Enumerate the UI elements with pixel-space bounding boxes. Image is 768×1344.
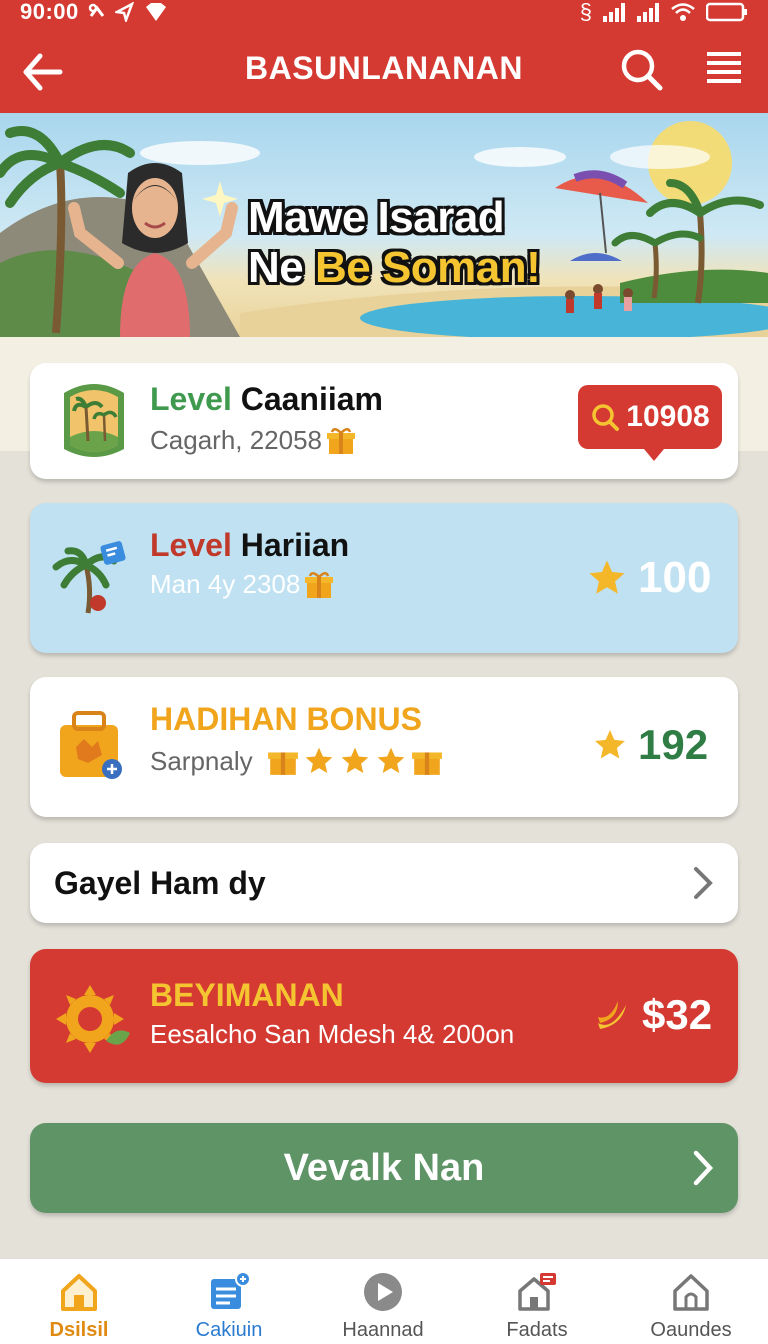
nav-label-haannad: Haannad	[342, 1319, 424, 1341]
bottom-nav: Dsilsil Cakiuin Haannad Fadats Oaundes	[0, 1258, 768, 1344]
banner-headline: Mawe Isarad Ne Be Soman!	[248, 193, 541, 293]
palm-tree-icon	[52, 541, 126, 614]
link-icon	[88, 3, 104, 17]
banner-line-2-highlight: Be Soman!	[314, 243, 541, 292]
search-icon[interactable]	[618, 46, 664, 92]
house-icon	[673, 1274, 709, 1311]
level-hariian-title: Level Hariian	[150, 527, 349, 564]
beyimanan-card[interactable]: BEYIMANAN Eesalcho San Mdesh 4& 200on $3…	[30, 949, 738, 1083]
cta-button[interactable]: Vevalk Nan	[30, 1123, 738, 1213]
level-hariian-subtitle-text: Man 4y 2308	[150, 569, 301, 599]
level-caaniiam-subtitle-text: Cagarh, 22058	[150, 425, 323, 455]
gayel-title: Gayel Ham dy	[54, 865, 266, 901]
banner-line-1: Mawe Isarad	[248, 193, 505, 242]
level-name-hariian: Hariian	[240, 527, 350, 563]
star-icon	[589, 560, 625, 594]
search-count-value: 10908	[626, 400, 710, 433]
gift-box-icon	[411, 752, 442, 775]
hadihan-bonus-reward-value: 192	[638, 721, 709, 768]
palm-badge-icon	[64, 384, 124, 457]
level-caaniiam-subtitle: Cagarh, 22058	[150, 425, 356, 456]
signal-icon-2	[637, 3, 659, 22]
banana-icon	[598, 1001, 626, 1029]
nav-item-haannad[interactable]: Haannad	[308, 1259, 458, 1344]
star-icon	[341, 747, 368, 773]
beyimanan-subtitle: Eesalcho San Mdesh 4& 200on	[150, 1019, 515, 1049]
diamond-icon	[145, 3, 166, 21]
level-label-green: Level	[150, 381, 232, 417]
hadihan-bonus-subtitle-text: Sarpnaly	[150, 745, 253, 776]
gift-box-icon	[305, 571, 334, 598]
menu-icon[interactable]	[704, 48, 744, 88]
status-extra: §	[579, 0, 592, 24]
chevron-right-icon	[694, 867, 713, 899]
star-icon	[305, 747, 332, 773]
nav-item-fadats[interactable]: Fadats	[462, 1259, 612, 1344]
level-name-caaniiam: Caaniiam	[240, 381, 383, 417]
beyimanan-reward: $32	[592, 991, 712, 1039]
house-flag-icon	[518, 1273, 556, 1311]
hadihan-bonus-title: HADIHAN BONUS	[150, 701, 422, 737]
cta-label: Vevalk Nan	[283, 1147, 485, 1189]
level-caaniiam-card[interactable]: Level Caaniiam Cagarh, 22058 10908	[30, 363, 738, 479]
nav-item-dsilsil[interactable]: Dsilsil	[4, 1259, 154, 1344]
app-header: 90:00 § BASUNLANANAN	[0, 0, 768, 113]
bonus-bag-icon	[60, 711, 122, 779]
beyimanan-title: BEYIMANAN	[150, 977, 344, 1013]
play-icon	[364, 1273, 402, 1311]
wifi-icon	[671, 3, 695, 21]
home-icon	[61, 1274, 97, 1311]
level-hariian-subtitle: Man 4y 2308	[150, 569, 334, 600]
level-hariian-reward: 100	[586, 553, 711, 603]
status-bar: 90:00 §	[0, 0, 768, 24]
hadihan-bonus-reward: 192	[592, 721, 708, 769]
promo-banner[interactable]: Mawe Isarad Ne Be Soman!	[0, 113, 768, 337]
nav-item-cakiuin[interactable]: Cakiuin	[154, 1259, 304, 1344]
edit-list-icon	[211, 1271, 250, 1309]
level-hariian-reward-value: 100	[638, 553, 712, 602]
nav-label-cakiuin: Cakiuin	[195, 1319, 263, 1341]
gift-box-icon	[267, 752, 298, 775]
nav-label-dsilsil: Dsilsil	[49, 1319, 109, 1341]
level-caaniiam-title: Level Caaniiam	[150, 381, 383, 418]
nav-item-oaundes[interactable]: Oaundes	[616, 1259, 766, 1344]
chevron-right-icon	[693, 1150, 714, 1186]
banner-line-2: Ne Be Soman!	[248, 243, 541, 293]
level-label-red: Level	[150, 527, 232, 563]
nav-label-oaundes: Oaundes	[650, 1319, 732, 1341]
beyimanan-reward-value: $32	[642, 991, 713, 1038]
gayel-row[interactable]: Gayel Ham dy	[30, 843, 738, 923]
gear-leaf-icon	[56, 985, 130, 1053]
hadihan-bonus-subtitle: Sarpnaly	[150, 745, 443, 777]
banner-line-2-pre: Ne	[248, 243, 315, 292]
magnifier-icon	[592, 404, 620, 431]
search-count-badge[interactable]: 10908	[578, 385, 722, 461]
nav-label-fadats: Fadats	[506, 1319, 568, 1341]
navigation-icon	[114, 2, 134, 22]
status-time: 90:00	[20, 0, 79, 24]
star-icon	[595, 730, 625, 759]
battery-icon	[706, 2, 747, 22]
signal-icon	[603, 3, 625, 22]
star-icon	[377, 747, 404, 773]
hadihan-bonus-card[interactable]: HADIHAN BONUS Sarpnaly 192	[30, 677, 738, 817]
gift-box-icon	[327, 427, 356, 454]
level-hariian-card[interactable]: Level Hariian Man 4y 2308 100	[30, 503, 738, 653]
app-bar: BASUNLANANAN	[0, 28, 768, 113]
